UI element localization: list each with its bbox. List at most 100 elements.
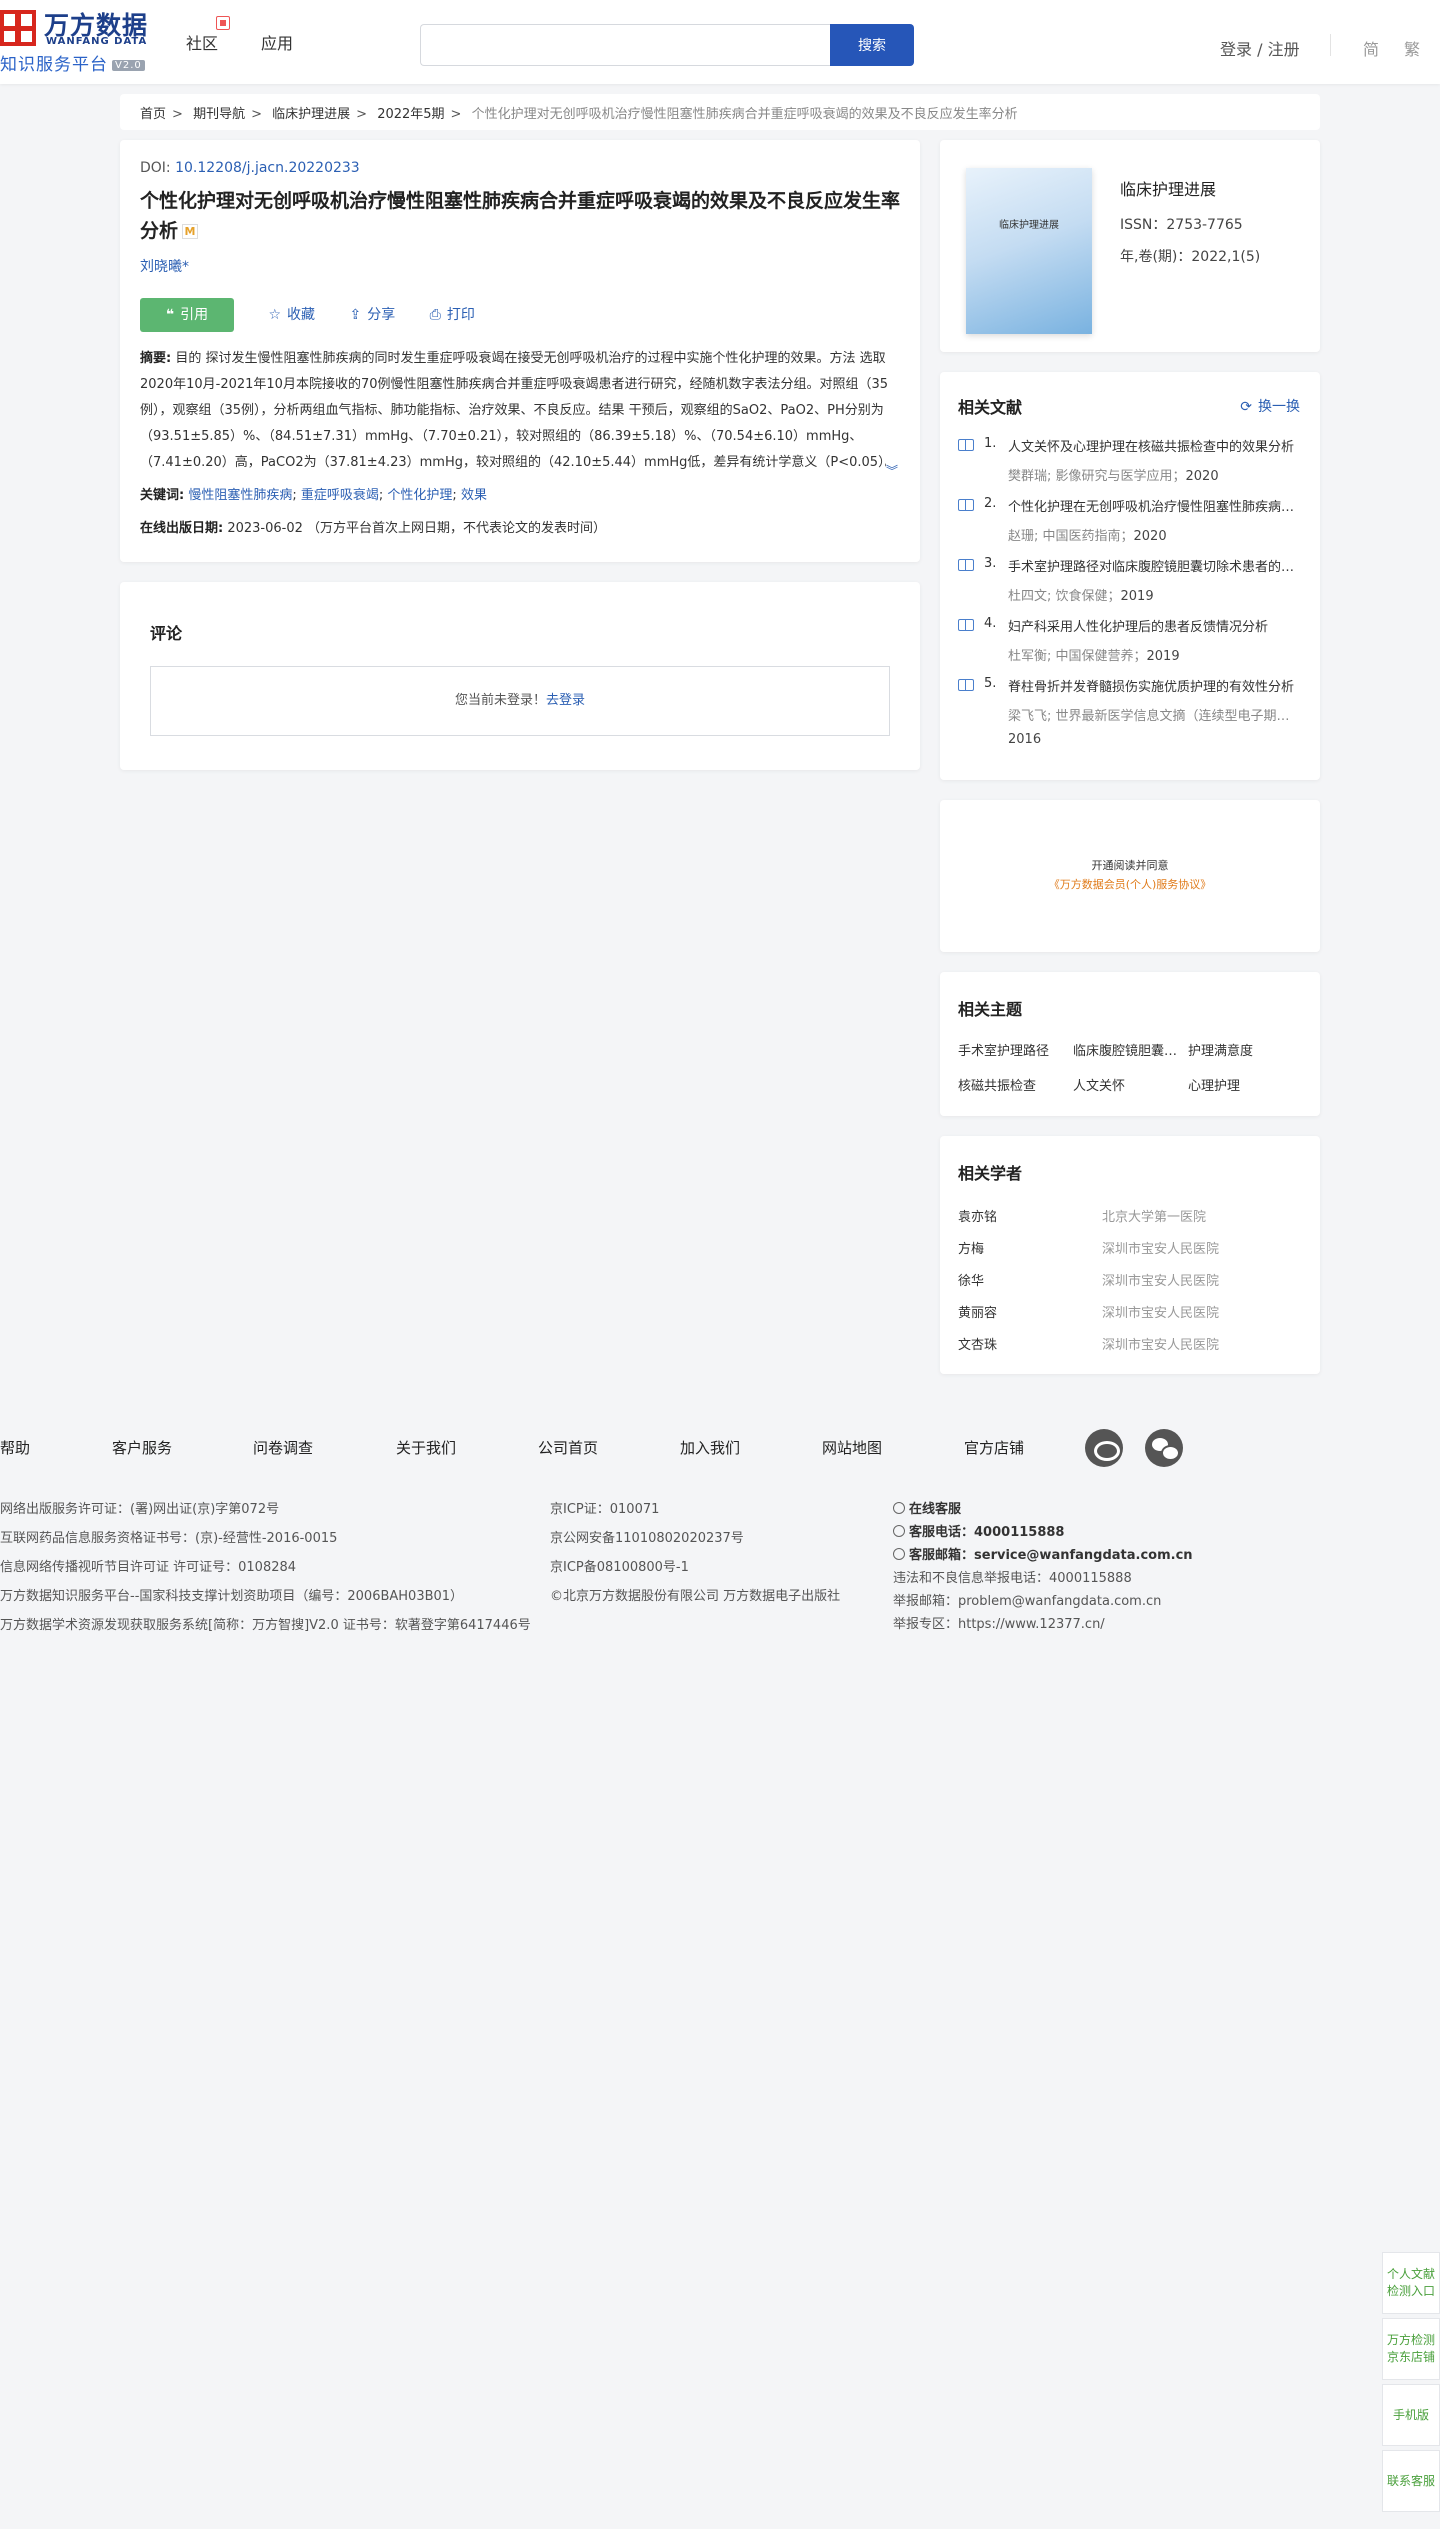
related-doc-title[interactable]: 妇产科采用人性化护理后的患者反馈情况分析	[1008, 616, 1298, 635]
breadcrumb-journals[interactable]: 期刊导航	[193, 107, 245, 122]
scholar-institution: 北京大学第一医院	[1102, 1210, 1207, 1225]
breadcrumb-journal[interactable]: 临床护理进展	[272, 107, 350, 122]
share-button[interactable]: ⇪ 分享	[349, 298, 395, 332]
doi-link[interactable]: 10.12208/j.jacn.20220233	[175, 160, 360, 176]
refresh-button[interactable]: ⟳ 换一换	[1240, 396, 1300, 416]
list-item: 3. 手术室护理路径对临床腹腔镜胆囊切除术患者的影响 杜四文; 饮食保健；201…	[958, 556, 1302, 616]
cite-button[interactable]: ❝ 引用	[140, 298, 234, 332]
service-email: 客服邮箱：service@wanfangdata.com.cn	[893, 1545, 1193, 1568]
related-doc-title[interactable]: 手术室护理路径对临床腹腔镜胆囊切除术患者的影响	[1008, 556, 1298, 575]
scholar-name[interactable]: 袁亦铭	[958, 1206, 1102, 1225]
nav-community[interactable]: 社区	[186, 16, 230, 54]
topic-link[interactable]: 核磁共振检查	[958, 1075, 1073, 1094]
list-item: 5. 脊柱骨折并发脊髓损伤实施优质护理的有效性分析 梁飞飞; 世界最新医学信息文…	[958, 676, 1302, 756]
topic-link[interactable]: 手术室护理路径	[958, 1040, 1073, 1059]
collect-button[interactable]: ☆ 收藏	[268, 298, 315, 332]
report-email: 举报邮箱：problem@wanfangdata.com.cn	[893, 1594, 1162, 1609]
version-badge: V2.0	[112, 60, 145, 71]
footer-link-company[interactable]: 公司首页	[538, 1437, 598, 1458]
scholar-institution: 深圳市宝安人民医院	[1102, 1338, 1220, 1353]
site-footer: 帮助 客户服务 问卷调查 关于我们 公司首页 加入我们 网站地图 官方店铺 网络…	[0, 1395, 1440, 1689]
related-doc-title[interactable]: 脊柱骨折并发脊髓损伤实施优质护理的有效性分析	[1008, 676, 1298, 695]
topic-link[interactable]: 护理满意度	[1188, 1040, 1303, 1059]
report-zone[interactable]: 举报专区：https://www.12377.cn/	[893, 1614, 1193, 1637]
online-service[interactable]: 在线客服	[893, 1499, 1193, 1522]
breadcrumb-current: 个性化护理对无创呼吸机治疗慢性阻塞性肺疾病合并重症呼吸衰竭的效果及不良反应发生率…	[471, 107, 1018, 122]
doi-line: DOI: 10.12208/j.jacn.20220233	[140, 160, 360, 176]
topic-link[interactable]: 临床腹腔镜胆囊切除术	[1073, 1040, 1188, 1059]
search-button[interactable]: 搜索	[830, 24, 914, 66]
book-icon	[958, 559, 974, 571]
keyword-link[interactable]: 效果	[461, 488, 487, 503]
scholar-name[interactable]: 徐华	[958, 1270, 1102, 1289]
weibo-icon[interactable]	[1085, 1429, 1123, 1467]
footer-link-join[interactable]: 加入我们	[680, 1437, 740, 1458]
keyword-link[interactable]: 慢性阻塞性肺疾病	[188, 488, 292, 503]
scholar-institution: 深圳市宝安人民医院	[1102, 1274, 1220, 1289]
footer-link-store[interactable]: 官方店铺	[964, 1437, 1024, 1458]
abstract-text: 目的 探讨发生慢性阻塞性肺疾病的同时发生重症呼吸衰竭在接受无创呼吸机治疗的过程中…	[140, 351, 898, 470]
related-doc-meta: 梁飞飞; 世界最新医学信息文摘（连续型电子期刊）；	[1008, 709, 1298, 724]
lang-traditional[interactable]: 繁	[1404, 36, 1420, 60]
related-scholars-title: 相关学者	[958, 1164, 1023, 1183]
footer-contact-col: 在线客服 客服电话：4000115888 客服邮箱：service@wanfan…	[893, 1499, 1193, 1637]
footer-link-sitemap[interactable]: 网站地图	[822, 1437, 882, 1458]
related-doc-meta: 杜四文; 饮食保健；2019	[1008, 589, 1154, 604]
expand-down-icon[interactable]: ︾	[886, 458, 900, 476]
footer-link-help[interactable]: 帮助	[0, 1437, 30, 1458]
personal-check-entry[interactable]: 个人文献检测入口	[1382, 2252, 1440, 2314]
footer-link-survey[interactable]: 问卷调查	[253, 1437, 313, 1458]
footer-license-col: 网络出版服务许可证：(署)网出证(京)字第072号 互联网药品信息服务资格证书号…	[0, 1502, 531, 1633]
search-input[interactable]	[420, 24, 830, 66]
mobile-version-link[interactable]: 手机版	[1382, 2384, 1440, 2446]
print-button[interactable]: ⎙ 打印	[430, 298, 475, 332]
footer-links: 帮助 客户服务 问卷调查 关于我们 公司首页 加入我们 网站地图 官方店铺	[0, 1429, 1440, 1467]
jd-store-link[interactable]: 万方检测京东店铺	[1382, 2318, 1440, 2380]
breadcrumb-issue[interactable]: 2022年5期	[377, 107, 444, 122]
cover-title: 临床护理进展	[999, 220, 1059, 231]
related-doc-title[interactable]: 个性化护理在无创呼吸机治疗慢性阻塞性肺疾病中的应用	[1008, 496, 1298, 515]
related-doc-title[interactable]: 人文关怀及心理护理在核磁共振检查中的效果分析	[1008, 436, 1298, 455]
footer-link-customer-service[interactable]: 客户服务	[112, 1437, 172, 1458]
quote-icon: ❝	[165, 307, 175, 323]
keywords-line: 关键词: 慢性阻塞性肺疾病; 重症呼吸衰竭; 个性化护理; 效果	[140, 488, 487, 503]
list-item: 2. 个性化护理在无创呼吸机治疗慢性阻塞性肺疾病中的应用 赵珊; 中国医药指南；…	[958, 496, 1302, 556]
wanfang-logo-icon	[0, 10, 36, 46]
footer-link-about[interactable]: 关于我们	[396, 1437, 456, 1458]
wanfang-logo[interactable]: 万方数据 WANFANG DATA 知识服务平台 V2.0	[0, 6, 160, 75]
breadcrumb-home[interactable]: 首页	[140, 107, 166, 122]
side-float-bar: 个人文献检测入口 万方检测京东店铺 手机版 联系客服	[1382, 2252, 1440, 2516]
keyword-link[interactable]: 个性化护理	[387, 488, 452, 503]
journal-cover[interactable]: 临床护理进展	[966, 168, 1092, 334]
list-item: 袁亦铭 北京大学第一医院	[958, 1206, 1302, 1238]
related-topics-card: 相关主题 手术室护理路径 临床腹腔镜胆囊切除术 护理满意度 核磁共振检查 人文关…	[940, 972, 1320, 1116]
star-icon: ☆	[268, 307, 282, 323]
nav-apps[interactable]: 应用	[261, 30, 293, 54]
scholar-name[interactable]: 黄丽容	[958, 1302, 1102, 1321]
journal-name[interactable]: 临床护理进展	[1120, 176, 1216, 200]
agreement-text: 开通阅读并同意	[1091, 859, 1169, 872]
wechat-icon[interactable]	[1145, 1429, 1183, 1467]
pubdate-value: 2023-06-02 （万方平台首次上网日期，不代表论文的发表时间）	[227, 521, 607, 536]
list-item: 1. 人文关怀及心理护理在核磁共振检查中的效果分析 樊群瑞; 影像研究与医学应用…	[958, 436, 1302, 496]
scholar-name[interactable]: 文杏珠	[958, 1334, 1102, 1353]
lang-simplified[interactable]: 简	[1363, 36, 1379, 60]
agreement-link[interactable]: 《万方数据会员(个人)服务协议》	[1049, 878, 1212, 891]
m-badge-icon[interactable]: M	[182, 224, 199, 239]
journal-volume: 年,卷(期)：2022,1(5)	[1120, 249, 1261, 265]
reading-agreement-card: 开通阅读并同意 《万方数据会员(个人)服务协议》	[940, 800, 1320, 952]
header-divider	[1330, 34, 1331, 56]
report-phone: 违法和不良信息举报电话：4000115888	[893, 1571, 1132, 1586]
author-link[interactable]: 刘晓曦*	[140, 259, 189, 275]
comment-login-link[interactable]: 去登录	[546, 693, 585, 708]
keyword-link[interactable]: 重症呼吸衰竭	[301, 488, 379, 503]
topic-link[interactable]: 心理护理	[1188, 1075, 1303, 1094]
abstract: 摘要: 目的 探讨发生慢性阻塞性肺疾病的同时发生重症呼吸衰竭在接受无创呼吸机治疗…	[140, 346, 900, 476]
contact-service-link[interactable]: 联系客服	[1382, 2450, 1440, 2512]
journal-issn: ISSN：2753-7765	[1120, 217, 1243, 233]
topic-link[interactable]: 人文关怀	[1073, 1075, 1188, 1094]
login-register-link[interactable]: 登录 / 注册	[1220, 36, 1300, 60]
scholar-name[interactable]: 方梅	[958, 1238, 1102, 1257]
author-line: 刘晓曦*	[140, 256, 900, 276]
comments-title: 评论	[150, 624, 183, 643]
